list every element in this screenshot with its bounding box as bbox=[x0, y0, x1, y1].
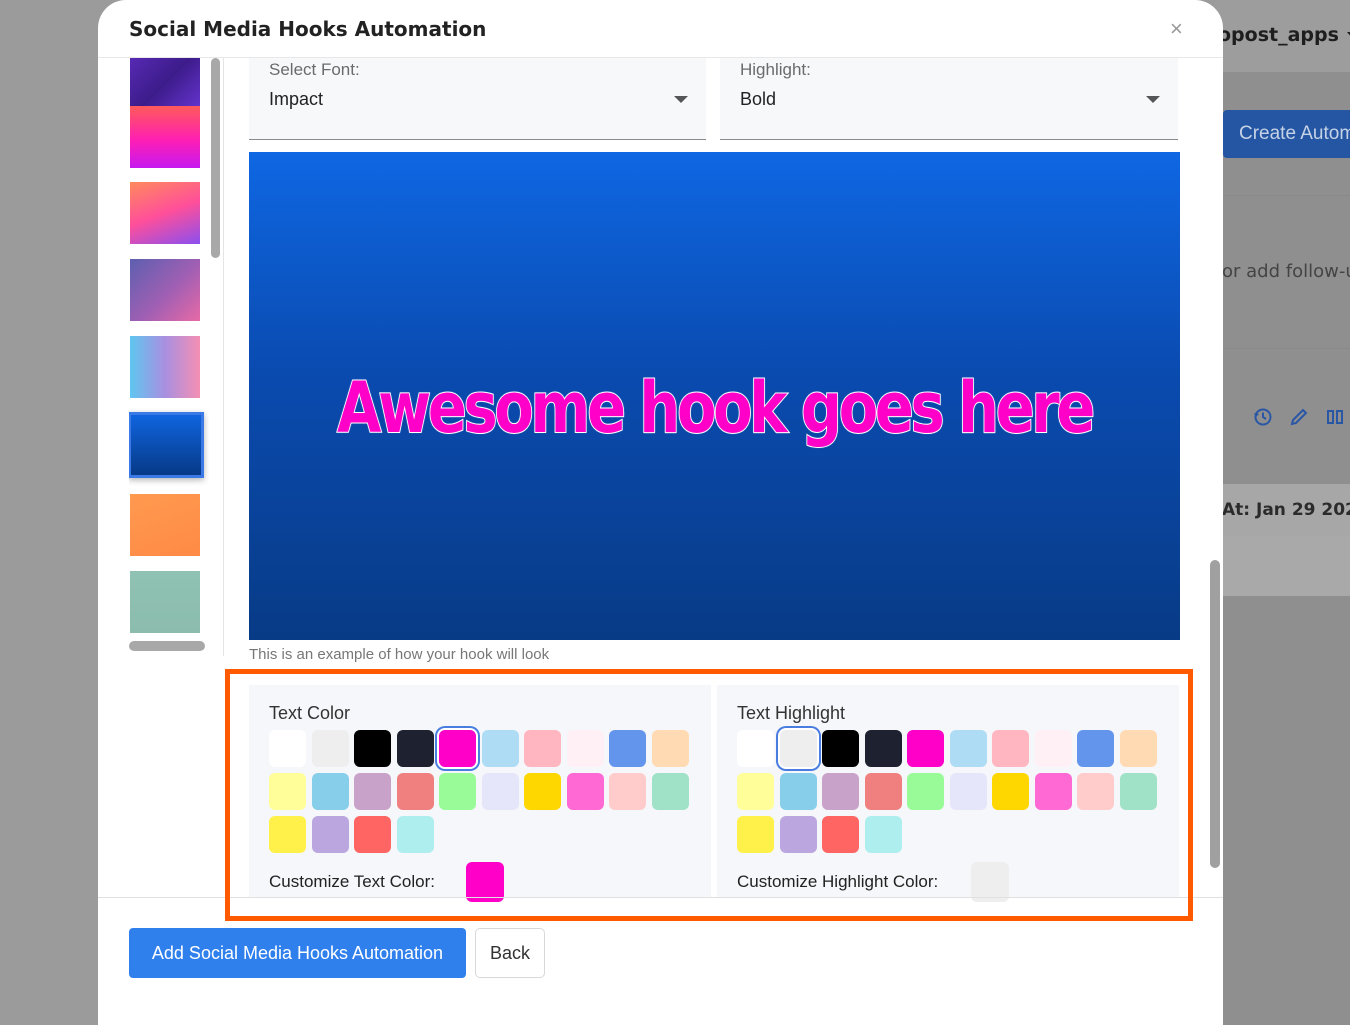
background-thumbnail-list bbox=[129, 58, 209, 648]
user-menu[interactable]: opost_apps bbox=[1218, 24, 1350, 46]
custom-text-color-label: Customize Text Color: bbox=[269, 872, 435, 891]
edit-icon[interactable] bbox=[1288, 406, 1310, 428]
font-select[interactable]: Select Font: Impact bbox=[249, 58, 706, 140]
color-swatch[interactable] bbox=[822, 773, 859, 810]
add-automation-button[interactable]: Add Social Media Hooks Automation bbox=[129, 928, 466, 978]
color-swatch[interactable] bbox=[780, 773, 817, 810]
text-color-title: Text Color bbox=[269, 703, 351, 723]
background-note: or add follow-up bbox=[1222, 261, 1350, 282]
footer-divider bbox=[98, 897, 1223, 898]
color-swatch[interactable] bbox=[907, 773, 944, 810]
thumbnail[interactable] bbox=[130, 336, 200, 398]
caret-down-icon bbox=[674, 96, 688, 103]
color-swatch[interactable] bbox=[567, 773, 604, 810]
color-swatch[interactable] bbox=[737, 816, 774, 853]
highlight-select[interactable]: Highlight: Bold bbox=[720, 58, 1178, 140]
color-swatch[interactable] bbox=[354, 730, 391, 767]
row-actions bbox=[1252, 406, 1346, 428]
color-swatch[interactable] bbox=[865, 816, 902, 853]
color-swatch[interactable] bbox=[865, 730, 902, 767]
divider bbox=[223, 58, 224, 656]
color-swatch[interactable] bbox=[865, 773, 902, 810]
thumbnail[interactable] bbox=[130, 494, 200, 556]
color-swatch[interactable] bbox=[737, 730, 774, 767]
thumbnail-horizontal-scrollbar[interactable] bbox=[129, 641, 205, 651]
color-swatch[interactable] bbox=[950, 773, 987, 810]
color-swatch[interactable] bbox=[269, 773, 306, 810]
modal-header: Social Media Hooks Automation × bbox=[98, 0, 1223, 58]
text-highlight-panel: Text Highlight Customize Highlight Color… bbox=[717, 685, 1179, 902]
custom-highlight-color-label: Customize Highlight Color: bbox=[737, 872, 939, 891]
color-swatch[interactable] bbox=[397, 816, 434, 853]
color-swatch[interactable] bbox=[354, 816, 391, 853]
color-swatch[interactable] bbox=[567, 730, 604, 767]
caret-down-icon bbox=[1146, 96, 1160, 103]
color-swatch[interactable] bbox=[312, 730, 349, 767]
color-swatch[interactable] bbox=[780, 816, 817, 853]
hook-preview-text: Awesome hook goes here bbox=[336, 366, 1096, 450]
font-select-label: Select Font: bbox=[269, 60, 360, 79]
preview-caption: This is an example of how your hook will… bbox=[249, 646, 550, 663]
color-swatch[interactable] bbox=[482, 773, 519, 810]
highlight-select-label: Highlight: bbox=[740, 60, 811, 79]
color-swatch[interactable] bbox=[269, 730, 306, 767]
thumbnail[interactable] bbox=[130, 259, 200, 321]
color-swatch[interactable] bbox=[439, 730, 476, 767]
color-swatch[interactable] bbox=[1120, 773, 1157, 810]
thumbnail[interactable] bbox=[130, 182, 200, 244]
color-swatch[interactable] bbox=[1077, 773, 1114, 810]
thumbnail-selected[interactable] bbox=[129, 412, 204, 478]
hook-preview: Awesome hook goes here bbox=[249, 152, 1180, 640]
color-swatch[interactable] bbox=[312, 816, 349, 853]
thumbnail[interactable] bbox=[130, 106, 200, 168]
color-swatch[interactable] bbox=[822, 730, 859, 767]
color-swatch[interactable] bbox=[609, 730, 646, 767]
color-swatch[interactable] bbox=[524, 773, 561, 810]
divider bbox=[1215, 348, 1350, 349]
close-icon[interactable]: × bbox=[1170, 16, 1183, 42]
color-swatch[interactable] bbox=[1120, 730, 1157, 767]
color-swatch[interactable] bbox=[1035, 730, 1072, 767]
modal-title: Social Media Hooks Automation bbox=[129, 17, 487, 41]
color-swatch[interactable] bbox=[482, 730, 519, 767]
divider bbox=[1215, 195, 1350, 196]
color-swatch[interactable] bbox=[780, 730, 817, 767]
custom-highlight-color-picker[interactable] bbox=[971, 862, 1009, 902]
color-swatch[interactable] bbox=[822, 816, 859, 853]
color-swatch[interactable] bbox=[397, 730, 434, 767]
color-swatch[interactable] bbox=[439, 773, 476, 810]
modal-dialog: Social Media Hooks Automation × Select F… bbox=[98, 0, 1223, 1025]
color-swatch[interactable] bbox=[652, 730, 689, 767]
color-swatch[interactable] bbox=[1077, 730, 1114, 767]
color-swatch[interactable] bbox=[992, 773, 1029, 810]
color-swatch[interactable] bbox=[354, 773, 391, 810]
custom-text-color-picker[interactable] bbox=[466, 862, 504, 902]
font-select-value: Impact bbox=[269, 89, 324, 109]
highlight-select-value: Bold bbox=[740, 89, 777, 109]
color-swatch[interactable] bbox=[312, 773, 349, 810]
username-label: opost_apps bbox=[1218, 24, 1339, 46]
color-swatch[interactable] bbox=[992, 730, 1029, 767]
color-swatch[interactable] bbox=[269, 816, 306, 853]
thumbnail[interactable] bbox=[130, 571, 200, 633]
color-swatch[interactable] bbox=[1035, 773, 1072, 810]
color-swatch[interactable] bbox=[737, 773, 774, 810]
background-row bbox=[1215, 536, 1350, 596]
pause-icon[interactable] bbox=[1324, 406, 1346, 428]
color-swatch[interactable] bbox=[397, 773, 434, 810]
color-swatch[interactable] bbox=[950, 730, 987, 767]
modal-scrollbar[interactable] bbox=[1210, 560, 1220, 868]
history-icon[interactable] bbox=[1252, 406, 1274, 428]
back-button[interactable]: Back bbox=[475, 928, 545, 978]
text-highlight-title: Text Highlight bbox=[737, 703, 846, 723]
created-at-label: At: Jan 29 2025 bbox=[1222, 500, 1350, 520]
text-color-panel: Text Color Customize Text Color: bbox=[249, 685, 711, 902]
color-swatch[interactable] bbox=[907, 730, 944, 767]
thumbnail-vertical-scrollbar[interactable] bbox=[211, 58, 220, 258]
create-automation-button[interactable]: Create Autom bbox=[1223, 110, 1350, 158]
color-swatch[interactable] bbox=[524, 730, 561, 767]
color-swatch[interactable] bbox=[609, 773, 646, 810]
color-swatch[interactable] bbox=[652, 773, 689, 810]
